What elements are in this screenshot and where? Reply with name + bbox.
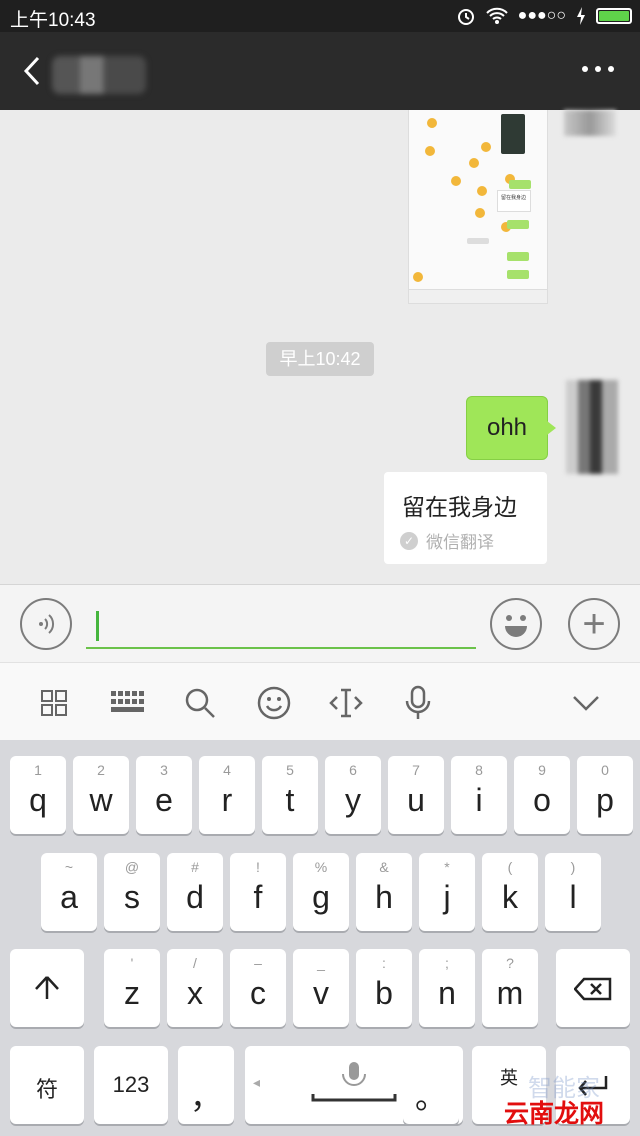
battery-icon <box>596 8 632 24</box>
message-input[interactable] <box>86 603 476 649</box>
translation-source: ✓ 微信翻译 <box>400 528 494 553</box>
emoji-icon <box>413 272 423 282</box>
more-options-icon[interactable] <box>582 66 614 72</box>
grid-menu-icon[interactable] <box>34 683 74 723</box>
key-u[interactable]: 7u <box>388 756 444 834</box>
emoji-icon <box>481 142 491 152</box>
key-r[interactable]: 4r <box>199 756 255 834</box>
comma-key[interactable]: ， <box>178 1046 234 1124</box>
emoji-icon <box>469 158 479 168</box>
key-b[interactable]: :b <box>356 949 412 1027</box>
chat-area[interactable]: 留在我身边 早上10:42 ohh 留在我身边 ✓ 微信翻译 <box>0 110 640 584</box>
thumb-bubble <box>507 252 529 261</box>
wifi-icon <box>485 7 508 24</box>
message-timestamp: 早上10:42 <box>266 342 374 376</box>
key-o[interactable]: 9o <box>514 756 570 834</box>
my-avatar[interactable] <box>566 380 618 474</box>
key-t[interactable]: 5t <box>262 756 318 834</box>
back-arrow-icon[interactable] <box>18 52 48 90</box>
keyboard-toolbar <box>0 662 640 740</box>
emoji-button[interactable] <box>490 598 542 650</box>
translation-source-label: 微信翻译 <box>426 533 494 552</box>
check-icon: ✓ <box>400 531 418 550</box>
key-k[interactable]: (k <box>482 853 538 931</box>
microphone-icon[interactable] <box>398 683 438 723</box>
contact-name-blurred <box>52 56 146 94</box>
signal-icon: ●●●○○ <box>517 7 566 24</box>
emoji-icon <box>451 176 461 186</box>
voice-input-button[interactable] <box>20 598 72 650</box>
key-p[interactable]: 0p <box>577 756 633 834</box>
key-i[interactable]: 8i <box>451 756 507 834</box>
image-message[interactable]: 留在我身边 <box>408 110 548 304</box>
emoji-icon <box>425 146 435 156</box>
voice-icon <box>39 614 55 634</box>
key-q[interactable]: 1q <box>10 756 66 834</box>
translation-text: 留在我身边 <box>402 494 517 520</box>
thumb-bubble <box>507 220 529 229</box>
status-bar: 上午10:43 ●●●○○ <box>0 0 640 32</box>
chevron-down-icon[interactable] <box>566 683 606 723</box>
translation-card[interactable]: 留在我身边 ✓ 微信翻译 <box>384 472 547 564</box>
symbols-key[interactable]: 符 <box>10 1046 84 1124</box>
status-icons: ●●●○○ <box>456 6 632 26</box>
message-input-bar: + <box>0 584 640 662</box>
key-c[interactable]: – c <box>230 949 286 1027</box>
space-left-arrow: ◂ <box>253 1074 261 1090</box>
key-g[interactable]: % g <box>293 853 349 931</box>
plus-icon: + <box>582 602 606 646</box>
key-y[interactable]: 6y <box>325 756 381 834</box>
emoticon-icon[interactable] <box>254 683 294 723</box>
cursor-move-icon[interactable] <box>326 683 366 723</box>
search-icon[interactable] <box>180 683 220 723</box>
key-f[interactable]: ! f <box>230 853 286 931</box>
backspace-icon <box>574 977 612 1001</box>
contact-avatar[interactable] <box>564 110 616 136</box>
thumb-card: 留在我身边 <box>497 190 531 212</box>
status-time: 上午10:43 <box>10 10 96 31</box>
thumb-input-bar <box>409 289 547 303</box>
period-key[interactable]: 。 <box>403 1046 459 1124</box>
backspace-key[interactable] <box>556 949 630 1027</box>
shift-key[interactable] <box>10 949 84 1027</box>
numbers-key[interactable]: 123 <box>94 1046 168 1124</box>
key-e[interactable]: 3e <box>136 756 192 834</box>
emoji-icon <box>475 208 485 218</box>
text-caret <box>96 611 99 641</box>
emoji-icon <box>427 118 437 128</box>
thumb-time <box>467 238 489 244</box>
key-n[interactable]: ; n <box>419 949 475 1027</box>
watermark: 云南龙网 <box>504 1100 605 1128</box>
thumb-phone <box>501 114 525 154</box>
key-x[interactable]: / x <box>167 949 223 1027</box>
key-h[interactable]: & h <box>356 853 412 931</box>
keyboard-layout-icon[interactable] <box>108 683 148 723</box>
key-l[interactable]: ) l <box>545 853 601 931</box>
smiley-icon <box>505 615 527 637</box>
charging-icon <box>577 7 585 25</box>
key-v[interactable]: _ v <box>293 949 349 1027</box>
more-attachments-button[interactable]: + <box>568 598 620 650</box>
sent-message-bubble[interactable]: ohh <box>466 396 556 460</box>
key-s[interactable]: @ s <box>104 853 160 931</box>
key-z[interactable]: ' z <box>104 949 160 1027</box>
shift-arrow-icon <box>35 976 59 999</box>
key-a[interactable]: ~ a <box>41 853 97 931</box>
key-d[interactable]: # d <box>167 853 223 931</box>
key-m[interactable]: ? m <box>482 949 538 1027</box>
chat-header <box>0 32 640 110</box>
space-mic-icon <box>311 1062 397 1102</box>
thumb-bubble <box>507 270 529 279</box>
key-j[interactable]: * j <box>419 853 475 931</box>
emoji-icon <box>477 186 487 196</box>
key-w[interactable]: 2w <box>73 756 129 834</box>
thumb-bubble <box>509 180 531 189</box>
alarm-icon <box>457 9 474 25</box>
